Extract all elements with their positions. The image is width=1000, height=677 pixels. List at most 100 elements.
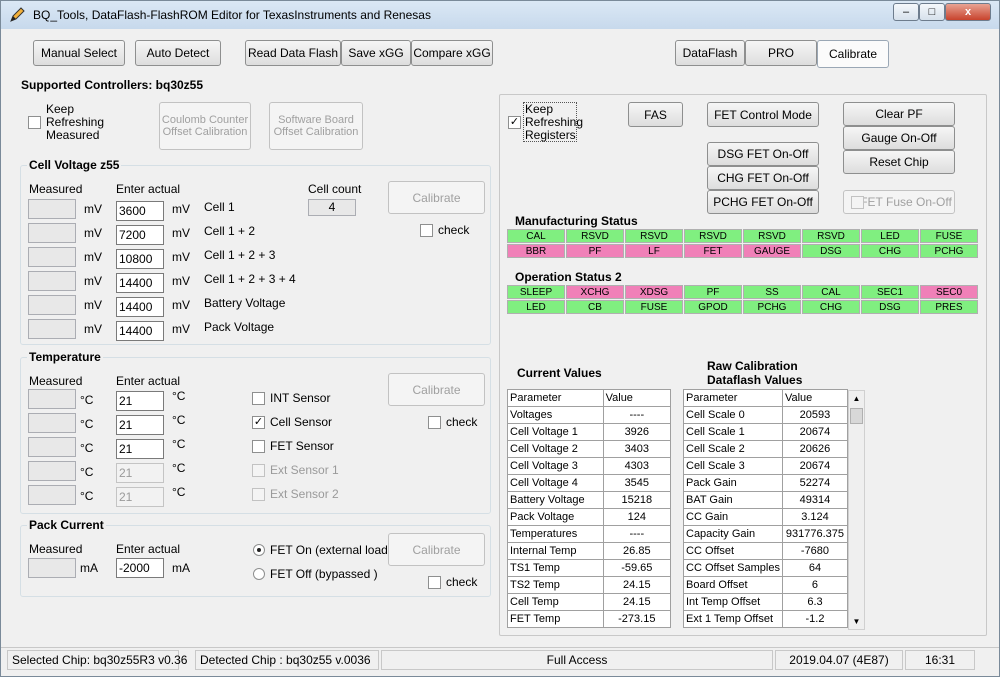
scroll-thumb[interactable] (850, 408, 863, 424)
coulomb-counter-offset-button[interactable]: Coulomb Counter Offset Calibration (159, 102, 251, 150)
tab-calibrate[interactable]: Calibrate (817, 40, 889, 68)
raw-table-row[interactable]: Cell Scale 2 20626 (683, 440, 849, 458)
cell-voltage-actual-input[interactable] (116, 297, 164, 317)
maximize-button[interactable]: □ (919, 3, 945, 21)
compare-xgg-button[interactable]: Compare xGG (411, 40, 493, 66)
raw-calibration-title-1: Raw Calibration (707, 359, 798, 373)
clear-pf-button[interactable]: Clear PF (843, 102, 955, 126)
raw-table-row[interactable]: Cell Scale 0 20593 (683, 406, 849, 424)
minimize-button[interactable]: – (893, 3, 919, 21)
chg-fet-on-off-button[interactable]: CHG FET On-Off (707, 166, 819, 190)
temperature-sensor-checkbox[interactable] (252, 392, 265, 405)
pack-current-actual-input[interactable] (116, 558, 164, 578)
current-table-row[interactable]: Cell Voltage 3 4303 (507, 457, 672, 475)
gauge-on-off-button[interactable]: Gauge On-Off (843, 126, 955, 150)
temperature-actual-input[interactable] (116, 463, 164, 483)
tab-dataflash[interactable]: DataFlash (675, 40, 745, 66)
raw-table-row[interactable]: Board Offset 6 (683, 576, 849, 594)
cell-voltage-measured-field (28, 199, 76, 219)
cell-voltage-actual-input[interactable] (116, 201, 164, 221)
current-value-cell: ---- (602, 406, 672, 424)
tab-pro[interactable]: PRO (745, 40, 817, 66)
temperature-measured-field (28, 413, 76, 433)
window-title: BQ_Tools, DataFlash-FlashROM Editor for … (33, 8, 431, 22)
cell-voltage-actual-input[interactable] (116, 225, 164, 245)
raw-table-scrollbar[interactable]: ▲ ▼ (848, 390, 865, 630)
temperature-actual-input[interactable] (116, 439, 164, 459)
current-values-table: Parameter Value Voltages ---- Cell Volta… (507, 389, 672, 628)
save-xgg-button[interactable]: Save xGG (341, 40, 411, 66)
cell-voltage-row-label: Cell 1 (204, 200, 235, 214)
current-table-row[interactable]: TS2 Temp 24.15 (507, 576, 672, 594)
temperature-sensor-checkbox[interactable]: ✓ (252, 416, 265, 429)
cell-voltage-check-checkbox[interactable] (420, 224, 433, 237)
current-table-row[interactable]: Cell Temp 24.15 (507, 593, 672, 611)
current-table-row[interactable]: Battery Voltage 15218 (507, 491, 672, 509)
temperature-calibrate-button[interactable]: Calibrate (388, 373, 485, 406)
current-table-row[interactable]: Voltages ---- (507, 406, 672, 424)
current-table-row[interactable]: Pack Voltage 124 (507, 508, 672, 526)
keep-refreshing-registers-checkbox[interactable]: ✓ (508, 116, 521, 129)
current-table-row[interactable]: TS1 Temp -59.65 (507, 559, 672, 577)
cv-actual-unit: mV (172, 322, 190, 336)
current-table-row[interactable]: Cell Voltage 2 3403 (507, 440, 672, 458)
scroll-up-icon[interactable]: ▲ (849, 391, 864, 406)
cell-voltage-row-label: Cell 1 + 2 + 3 (204, 248, 276, 262)
temperature-sensor-checkbox[interactable] (252, 464, 265, 477)
manual-select-button[interactable]: Manual Select (33, 40, 125, 66)
pack-current-check-checkbox[interactable] (428, 576, 441, 589)
keep-refreshing-measured-checkbox[interactable] (28, 116, 41, 129)
temperature-actual-input[interactable] (116, 415, 164, 435)
temperature-actual-input[interactable] (116, 391, 164, 411)
current-table-row[interactable]: Cell Voltage 4 3545 (507, 474, 672, 492)
raw-table-row[interactable]: Ext 1 Temp Offset -1.2 (683, 610, 849, 628)
current-table-row[interactable]: FET Temp -273.15 (507, 610, 672, 628)
main-window: BQ_Tools, DataFlash-FlashROM Editor for … (0, 0, 1000, 677)
current-value-cell: -273.15 (602, 610, 672, 628)
raw-table-row[interactable]: Pack Gain 52274 (683, 474, 849, 492)
close-button[interactable]: x (945, 3, 991, 21)
current-table-row[interactable]: Internal Temp 26.85 (507, 542, 672, 560)
raw-table-row[interactable]: CC Offset -7680 (683, 542, 849, 560)
raw-table-row[interactable]: Cell Scale 3 20674 (683, 457, 849, 475)
cell-voltage-measured-field (28, 295, 76, 315)
mfg-bit: BBR (507, 244, 565, 258)
cell-voltage-calibrate-button[interactable]: Calibrate (388, 181, 485, 214)
pchg-fet-on-off-button[interactable]: PCHG FET On-Off (707, 190, 819, 214)
raw-table-row[interactable]: Cell Scale 1 20674 (683, 423, 849, 441)
auto-detect-button[interactable]: Auto Detect (135, 40, 221, 66)
temp-measured-unit: °C (80, 417, 94, 431)
cell-voltage-actual-input[interactable] (116, 321, 164, 341)
mfg-bit: RSVD (743, 229, 801, 243)
temperature-sensor-checkbox[interactable] (252, 440, 265, 453)
fet-on-radio[interactable] (253, 544, 265, 556)
fet-off-radio[interactable] (253, 568, 265, 580)
read-data-flash-button[interactable]: Read Data Flash (245, 40, 341, 66)
access-status: Full Access (381, 650, 773, 670)
raw-parameter-cell: Cell Scale 2 (683, 440, 783, 458)
current-table-row[interactable]: Temperatures ---- (507, 525, 672, 543)
pack-current-calibrate-button[interactable]: Calibrate (388, 533, 485, 566)
raw-table-row[interactable]: Int Temp Offset 6.3 (683, 593, 849, 611)
raw-table-row[interactable]: CC Offset Samples 64 (683, 559, 849, 577)
scroll-down-icon[interactable]: ▼ (849, 614, 864, 629)
cell-voltage-actual-input[interactable] (116, 249, 164, 269)
software-board-offset-button[interactable]: Software Board Offset Calibration (269, 102, 363, 150)
raw-table-row[interactable]: BAT Gain 49314 (683, 491, 849, 509)
current-table-row[interactable]: Cell Voltage 1 3926 (507, 423, 672, 441)
reset-chip-button[interactable]: Reset Chip (843, 150, 955, 174)
temperature-actual-input[interactable] (116, 487, 164, 507)
fet-fuse-on-off-button[interactable]: FET Fuse On-Off (843, 190, 955, 214)
raw-table-row[interactable]: Capacity Gain 931776.375 (683, 525, 849, 543)
temperature-check-checkbox[interactable] (428, 416, 441, 429)
temperature-sensor-checkbox[interactable] (252, 488, 265, 501)
fet-fuse-checkbox[interactable] (851, 196, 864, 209)
dsg-fet-on-off-button[interactable]: DSG FET On-Off (707, 142, 819, 166)
op-bit: CB (566, 300, 624, 314)
raw-table-row[interactable]: CC Gain 3.124 (683, 508, 849, 526)
fas-button[interactable]: FAS (628, 102, 683, 127)
raw-value-cell: 20626 (781, 440, 849, 458)
fet-control-mode-button[interactable]: FET Control Mode (707, 102, 819, 127)
raw-value-cell: 20674 (781, 423, 849, 441)
cell-voltage-actual-input[interactable] (116, 273, 164, 293)
